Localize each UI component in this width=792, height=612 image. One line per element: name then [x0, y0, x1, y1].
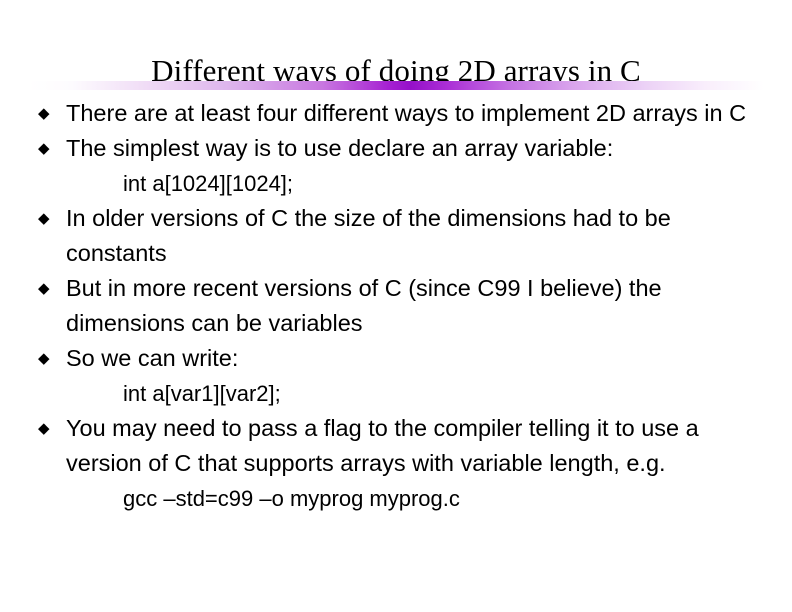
list-item: ◆ But in more recent versions of C (sinc…: [0, 271, 792, 341]
diamond-bullet-icon: ◆: [38, 140, 50, 157]
list-item-text: But in more recent versions of C (since …: [66, 275, 662, 336]
slide-canvas: Different ways of doing 2D arrays in C ◆…: [0, 0, 792, 612]
diamond-bullet-icon: ◆: [38, 350, 50, 367]
list-item: ◆ In older versions of C the size of the…: [0, 201, 792, 271]
title-divider-gradient: [28, 81, 764, 90]
code-snippet: gcc –std=c99 –o myprog myprog.c: [123, 486, 460, 511]
slide-body-list: ◆ There are at least four different ways…: [0, 96, 792, 516]
diamond-bullet-icon: ◆: [38, 280, 50, 297]
diamond-bullet-icon: ◆: [38, 420, 50, 437]
list-item: ◆ The simplest way is to use declare an …: [0, 131, 792, 166]
list-item-text: You may need to pass a flag to the compi…: [66, 415, 699, 476]
list-item-text: In older versions of C the size of the d…: [66, 205, 671, 266]
diamond-bullet-icon: ◆: [38, 105, 50, 122]
code-snippet: int a[1024][1024];: [123, 171, 294, 196]
list-item: ◆ There are at least four different ways…: [0, 96, 792, 131]
list-item: ◆ So we can write:: [0, 341, 792, 376]
list-item-text: The simplest way is to use declare an ar…: [66, 135, 614, 161]
code-snippet: int a[var1][var2];: [123, 381, 281, 406]
list-item-text: So we can write:: [66, 345, 239, 371]
list-item-text: There are at least four different ways t…: [66, 100, 747, 126]
list-item: ◆ You may need to pass a flag to the com…: [0, 411, 792, 481]
diamond-bullet-icon: ◆: [38, 210, 50, 227]
